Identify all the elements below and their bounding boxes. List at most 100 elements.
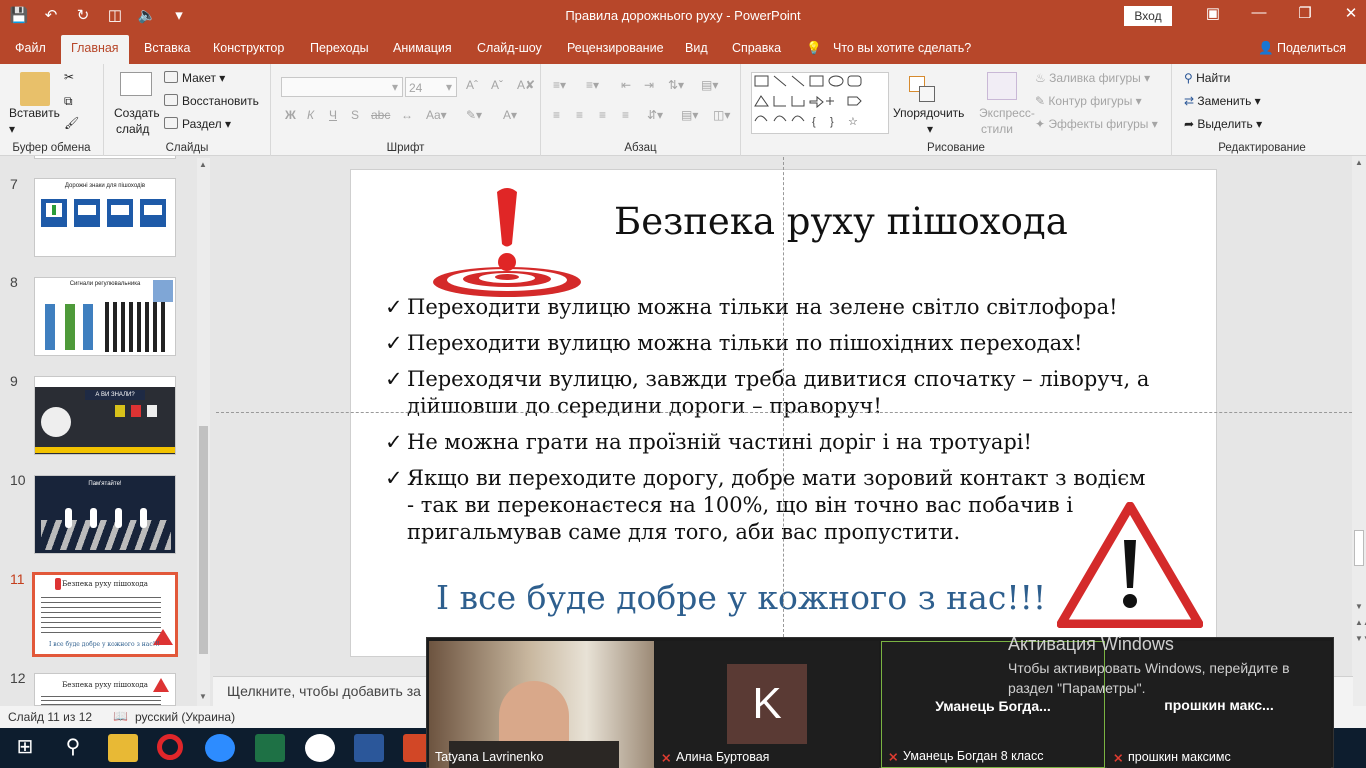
thumbnail-scrollbar[interactable]: ▲ ▼ [197,158,210,706]
tab-file[interactable]: Файл [15,41,46,55]
media-player-icon[interactable] [305,734,335,762]
slide-thumbnail-9[interactable]: А ВИ ЗНАЛИ? [34,376,176,455]
new-slide-icon[interactable] [120,72,152,96]
reset-button[interactable]: Восстановить [164,94,259,108]
slide-thumbnail-12[interactable]: Безпека руху пішохода [34,673,176,706]
slide-title[interactable]: Безпека руху пішохода [614,200,1068,243]
numbering-icon[interactable]: ≡▾ [586,78,599,92]
italic-button[interactable]: К [307,108,314,122]
tell-me-search[interactable]: Что вы хотите сделать? [833,41,971,55]
closing-text[interactable]: І все буде добре у кожного з нас!!! [436,578,1046,617]
editor-scroll-thumb[interactable] [1354,530,1364,566]
vertical-guide[interactable] [783,157,784,637]
participant-tile[interactable]: Tatyana Lavrinenko [429,641,654,768]
slide-thumbnail-10[interactable]: Пам'ятайте! [34,475,176,554]
language-indicator[interactable]: русский (Украина) [135,710,235,724]
increase-indent-icon[interactable]: ⇥ [644,78,654,92]
maximize-icon[interactable]: ❐ [1282,4,1328,22]
decrease-indent-icon[interactable]: ⇤ [621,78,631,92]
next-slide-icon[interactable]: ▼▼ [1355,634,1366,643]
change-case-icon[interactable]: Aa▾ [426,108,447,122]
align-center-icon[interactable]: ≡ [576,108,583,122]
cut-icon[interactable]: ✂ [64,70,74,84]
justify-icon[interactable]: ≡ [622,108,629,122]
cursor-icon: ➦ [1184,117,1195,131]
shape-fill-button[interactable]: ♨ Заливка фигуры ▾ [1035,71,1150,85]
tab-review[interactable]: Рецензирование [567,41,664,55]
underline-button[interactable]: Ч [329,108,337,122]
group-label: Буфер обмена [12,142,91,154]
grow-font-icon[interactable]: Aˆ [466,78,478,92]
zoom-app-icon[interactable] [205,734,235,762]
format-painter-icon[interactable]: 🖌 [64,116,79,130]
spacing-icon[interactable]: ↔ [401,108,413,122]
font-size-field[interactable]: 24 ▾ [405,77,457,97]
paste-icon[interactable] [20,72,50,106]
bold-button[interactable]: Ж [285,108,296,122]
strikethrough-icon[interactable]: abc [371,108,390,122]
columns-icon[interactable]: ▤▾ [701,78,718,92]
paste-button[interactable]: Вставить [9,106,60,120]
horizontal-guide[interactable] [216,412,1352,413]
new-slide-button[interactable]: Создать [114,106,160,120]
search-icon[interactable]: ⚲ [58,734,88,762]
text-direction-icon[interactable]: ⇵▾ [647,108,663,122]
tab-animations[interactable]: Анимация [393,41,452,55]
tab-help[interactable]: Справка [732,41,781,55]
windows-start-icon[interactable]: ⊞ [10,734,40,762]
close-icon[interactable]: ✕ [1328,4,1366,22]
share-button[interactable]: Поделиться [1277,41,1346,55]
section-button[interactable]: Раздел ▾ [164,117,231,131]
replace-button[interactable]: ⇄ Заменить ▾ [1184,94,1261,108]
tab-view[interactable]: Вид [685,41,708,55]
line-spacing-icon[interactable]: ⇅▾ [668,78,684,92]
group-label: Шрифт [386,142,425,154]
font-name-field[interactable]: ▾ [281,77,403,97]
quick-styles-button[interactable]: Экспресс- [979,106,1035,120]
clear-format-icon[interactable]: A✘ [517,78,535,92]
arrange-dropdown-icon[interactable]: ▾ [927,122,933,136]
slide-thumbnail-11[interactable]: Безпека руху пішохода І все буде добре у… [32,572,178,657]
signin-button[interactable]: Вход [1124,6,1172,26]
layout-label: Макет [182,71,216,85]
tab-slideshow[interactable]: Слайд-шоу [477,41,542,55]
thumbnail-scroll-thumb[interactable] [199,426,208,654]
highlight-icon[interactable]: ✎▾ [466,108,482,122]
editor-scrollbar[interactable]: ▲ ▼ ▲▲ ▼▼ [1352,156,1366,706]
paste-dropdown-icon[interactable]: ▾ [9,122,15,136]
quick-styles-icon[interactable] [987,72,1017,100]
select-button[interactable]: ➦ Выделить ▾ [1184,117,1262,131]
ribbon-options-icon[interactable]: ▣ [1190,4,1236,22]
file-explorer-icon[interactable] [108,734,138,762]
tab-home[interactable]: Главная [61,35,129,64]
shapes-gallery[interactable]: {} ☆ [751,72,889,134]
tab-transitions[interactable]: Переходы [310,41,369,55]
opera-icon[interactable] [157,734,183,760]
participant-tile[interactable]: K ⨯ Алина Буртовая [655,641,879,768]
tab-insert[interactable]: Вставка [144,41,190,55]
share-icon[interactable]: 👤 [1258,41,1274,56]
bullets-icon[interactable]: ≡▾ [553,78,566,92]
excel-icon[interactable] [255,734,285,762]
align-right-icon[interactable]: ≡ [599,108,606,122]
align-left-icon[interactable]: ≡ [553,108,560,122]
layout-button[interactable]: Макет ▾ [164,71,225,85]
arrange-icon[interactable] [907,74,937,104]
copy-icon[interactable]: ⧉ [64,94,73,109]
slide-thumbnail-8[interactable]: Сигнали регулювальника [34,277,176,356]
smartart-icon[interactable]: ◫▾ [713,108,730,122]
shape-effects-button[interactable]: ✦ Эффекты фигуры ▾ [1035,117,1158,131]
font-color-icon[interactable]: A▾ [503,108,517,122]
arrange-button[interactable]: Упорядочить [893,106,964,120]
find-button[interactable]: ⚲ Найти [1184,71,1230,85]
tab-design[interactable]: Конструктор [213,41,284,55]
shadow-button[interactable]: S [351,108,359,122]
minimize-icon[interactable]: — [1236,4,1282,22]
shape-outline-button[interactable]: ✎ Контур фигуры ▾ [1035,94,1142,108]
slide-thumbnail-7[interactable]: Дорожні знаки для пішоходів [34,178,176,257]
shrink-font-icon[interactable]: Aˇ [491,78,503,92]
word-icon[interactable] [354,734,384,762]
align-text-icon[interactable]: ▤▾ [681,108,698,122]
spellcheck-icon[interactable]: 📖 [113,709,128,723]
prev-slide-icon[interactable]: ▲▲ [1355,618,1366,627]
